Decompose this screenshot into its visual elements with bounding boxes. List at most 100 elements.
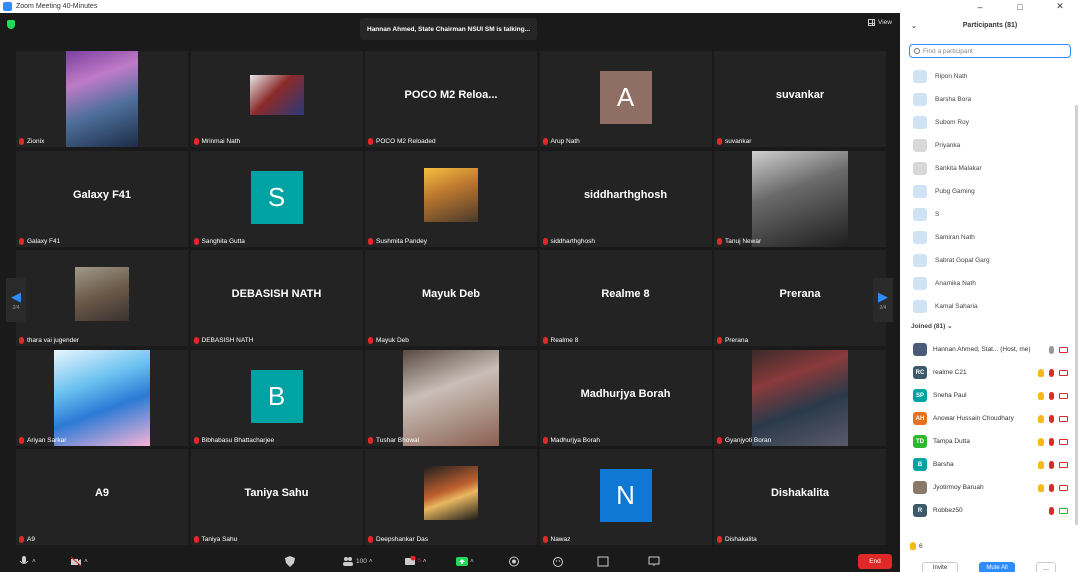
waiting-participant[interactable]: Sankita Malakar <box>900 157 1072 180</box>
apps-button[interactable] <box>597 554 609 568</box>
joined-participant[interactable]: B Barsha <box>900 453 1072 476</box>
video-tile[interactable]: suvankar suvankar <box>714 51 886 147</box>
video-tile[interactable]: Mrinmai Nath <box>190 51 363 147</box>
video-tile[interactable]: A9 A9 <box>16 449 188 545</box>
waiting-participant[interactable]: Kamal Saharia <box>900 295 1072 318</box>
video-icon[interactable] <box>1059 507 1068 514</box>
mute-all-button[interactable]: Mute All <box>979 562 1015 572</box>
video-tile[interactable]: Galaxy F41 Galaxy F41 <box>16 150 188 247</box>
participants-button[interactable]: 100 ˄ <box>342 554 373 568</box>
panel-scrollbar[interactable] <box>1075 105 1078 525</box>
joined-participant[interactable]: SP Sneha Paul <box>900 384 1072 407</box>
video-tile[interactable]: Taniya Sahu Taniya Sahu <box>190 449 363 545</box>
video-tile[interactable]: B Bibhabasu Bhattacharjee <box>190 349 363 446</box>
muted-mic-icon[interactable] <box>1049 368 1054 377</box>
video-tile[interactable]: A Arup Nath <box>539 51 712 147</box>
share-screen-button[interactable]: ˄ <box>456 554 474 568</box>
chevron-up-icon[interactable]: ˄ <box>369 558 373 565</box>
joined-participant[interactable]: TD Tampa Dutta <box>900 430 1072 453</box>
video-tile[interactable]: Dishakalita Dishakalita <box>714 449 886 545</box>
record-button[interactable] <box>508 554 520 568</box>
joined-participant[interactable]: Jyotirmoy Baruah <box>900 476 1072 499</box>
video-tile[interactable]: Madhurjya Borah Madhurjya Borah <box>539 349 712 446</box>
joined-participant[interactable]: AH Anowar Hussain Choudhary <box>900 407 1072 430</box>
view-label: View <box>878 19 892 26</box>
waiting-participant[interactable]: Anamika Nath <box>900 272 1072 295</box>
view-button[interactable]: View <box>868 19 892 26</box>
microphone-icon[interactable] <box>1049 345 1054 354</box>
find-participant-input[interactable]: Find a participant <box>909 44 1071 58</box>
prev-page-button[interactable]: ◀ 2/4 <box>6 278 26 322</box>
joined-participant[interactable]: Hannan Ahmed, Stat... (Host, me) <box>900 338 1072 361</box>
whiteboard-button[interactable] <box>648 554 660 568</box>
participant-name: Madhurjya Borah <box>550 436 601 444</box>
muted-mic-icon <box>717 138 722 145</box>
joined-participant[interactable]: RC realme C21 <box>900 361 1072 384</box>
video-tile[interactable]: POCO M2 Reloa... POCO M2 Reloaded <box>365 51 537 147</box>
close-icon[interactable]: ✕ <box>1040 0 1080 13</box>
video-button[interactable]: ˄ <box>70 554 88 568</box>
waiting-participant[interactable]: Pubg Gaming <box>900 180 1072 203</box>
avatar <box>913 208 927 221</box>
collapse-chevron-icon[interactable]: ⌄ <box>911 22 917 30</box>
muted-mic-icon[interactable] <box>1049 506 1054 515</box>
chevron-up-icon[interactable]: ˄ <box>32 558 36 565</box>
video-off-icon[interactable] <box>1059 484 1068 491</box>
chevron-up-icon[interactable]: ˄ <box>84 558 88 565</box>
panel-title: Participants (81) <box>962 21 1018 29</box>
joined-participant[interactable]: R Robbez50 <box>900 499 1072 522</box>
video-off-icon[interactable] <box>1059 392 1068 399</box>
minimize-icon[interactable]: – <box>960 0 1000 13</box>
video-off-icon[interactable] <box>1059 461 1068 468</box>
waiting-participant[interactable]: Ripon Nath <box>900 65 1072 88</box>
muted-mic-icon[interactable] <box>1049 437 1054 446</box>
waiting-participant[interactable]: Subom Roy <box>900 111 1072 134</box>
reactions-button[interactable] <box>552 554 564 568</box>
invite-button[interactable]: Invite <box>922 562 958 572</box>
video-tile[interactable]: Gyanjyoti Boran <box>714 349 886 446</box>
chat-button[interactable]: 5 ˄ <box>404 554 427 568</box>
video-tile[interactable]: S Sanghita Gutta <box>190 150 363 247</box>
video-tile[interactable]: thara vai jugender <box>16 250 188 346</box>
muted-mic-icon[interactable] <box>1049 414 1054 423</box>
video-tile[interactable]: DEBASISH NATH DEBASISH NATH <box>190 250 363 346</box>
video-tile[interactable]: Realme 8 Realme 8 <box>539 250 712 346</box>
maximize-icon[interactable]: □ <box>1000 0 1040 13</box>
video-tile[interactable]: Tushar Bhowal <box>365 349 537 446</box>
chevron-up-icon[interactable]: ˄ <box>470 558 474 565</box>
video-tile[interactable]: Prerana Prerana <box>714 250 886 346</box>
participant-photo <box>752 150 848 247</box>
joined-header[interactable]: Joined (81) ⌄ <box>911 322 953 330</box>
video-tile[interactable]: Zionix <box>16 51 188 147</box>
video-tile[interactable]: Tanuj Newar <box>714 150 886 247</box>
muted-mic-icon[interactable] <box>1049 483 1054 492</box>
video-tile[interactable]: N Nawaz <box>539 449 712 545</box>
video-off-icon[interactable] <box>1059 346 1068 353</box>
shield-icon[interactable] <box>7 20 15 29</box>
more-options-button[interactable]: ... <box>1036 562 1056 572</box>
waiting-participant[interactable]: Priyanka <box>900 134 1072 157</box>
muted-mic-icon[interactable] <box>1049 391 1054 400</box>
video-tile[interactable]: Mayuk Deb Mayuk Deb <box>365 250 537 346</box>
video-off-icon[interactable] <box>1059 369 1068 376</box>
waiting-participant[interactable]: Barsha Bora <box>900 88 1072 111</box>
video-tile[interactable]: Deepshankar Das <box>365 449 537 545</box>
video-tile[interactable]: Sushmita Pandey <box>365 150 537 247</box>
muted-mic-icon[interactable] <box>1049 460 1054 469</box>
video-off-icon[interactable] <box>1059 415 1068 422</box>
apps-icon <box>597 556 609 566</box>
next-page-button[interactable]: ▶ 2/4 <box>873 278 893 322</box>
video-tile[interactable]: Ariyan Sarkar <box>16 349 188 446</box>
chevron-up-icon[interactable]: ˄ <box>423 558 427 565</box>
waiting-participant[interactable]: S <box>900 203 1072 226</box>
video-tile[interactable]: siddharthghosh siddharthghosh <box>539 150 712 247</box>
end-meeting-button[interactable]: End <box>858 554 892 569</box>
participant-name: Ariyan Sarkar <box>27 436 67 444</box>
tile-name-label: POCO M2 Reloaded <box>368 138 436 145</box>
waiting-participant[interactable]: Samiran Nath <box>900 226 1072 249</box>
waiting-participant[interactable]: Sabrat Gopal Garg <box>900 249 1072 272</box>
mute-button[interactable]: ˄ <box>18 554 36 568</box>
security-button[interactable] <box>284 554 296 568</box>
video-off-icon[interactable] <box>1059 438 1068 445</box>
tile-name-label: Prerana <box>717 337 748 344</box>
